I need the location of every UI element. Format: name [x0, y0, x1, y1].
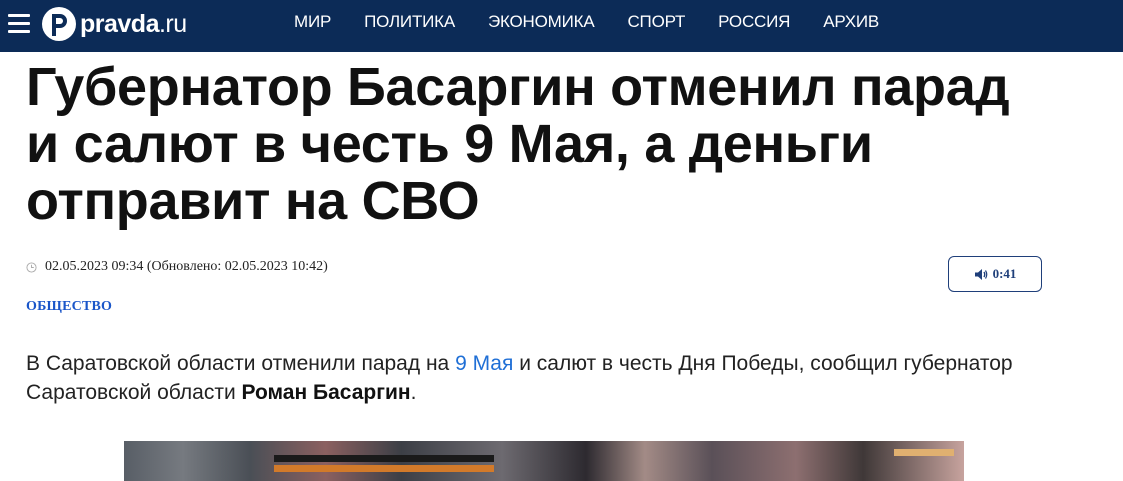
nav-item-rossiya[interactable]: РОССИЯ [718, 12, 790, 32]
article-lead: В Саратовской области отменили парад на … [26, 349, 1066, 407]
main-nav: МИР ПОЛИТИКА ЭКОНОМИКА СПОРТ РОССИЯ АРХИ… [294, 0, 912, 44]
nav-item-arkhiv[interactable]: АРХИВ [823, 12, 879, 32]
article-meta: 02.05.2023 09:34 (Обновлено: 02.05.2023 … [26, 259, 328, 275]
photo-detail [274, 465, 494, 472]
clock-icon [26, 262, 37, 273]
nav-item-mir[interactable]: МИР [294, 12, 331, 32]
article-title: Губернатор Басаргин отменил парад и салю… [26, 59, 1026, 230]
photo-detail [274, 455, 494, 462]
nav-item-politika[interactable]: ПОЛИТИКА [364, 12, 455, 32]
photo-detail [894, 449, 954, 456]
audio-duration: 0:41 [993, 266, 1017, 282]
pravda-logo-icon [40, 5, 78, 43]
article-photo [124, 441, 964, 481]
lead-text-3: . [411, 381, 417, 404]
site-logo[interactable]: pravda.ru [40, 6, 187, 42]
speaker-icon [974, 268, 988, 281]
audio-play-button[interactable]: 0:41 [948, 256, 1042, 292]
article-date: 02.05.2023 09:34 (Обновлено: 02.05.2023 … [45, 259, 328, 275]
logo-wordmark: pravda.ru [80, 10, 187, 39]
lead-text-1: В Саратовской области отменили парад на [26, 352, 455, 375]
menu-icon[interactable] [8, 14, 30, 34]
lead-bold-name: Роман Басаргин [242, 381, 411, 404]
category-link[interactable]: ОБЩЕСТВО [26, 299, 112, 315]
lead-link-9-maya[interactable]: 9 Мая [455, 352, 513, 375]
nav-item-sport[interactable]: СПОРТ [627, 12, 685, 32]
nav-item-ekonomika[interactable]: ЭКОНОМИКА [488, 12, 594, 32]
top-navigation-bar: pravda.ru МИР ПОЛИТИКА ЭКОНОМИКА СПОРТ Р… [0, 0, 1123, 52]
